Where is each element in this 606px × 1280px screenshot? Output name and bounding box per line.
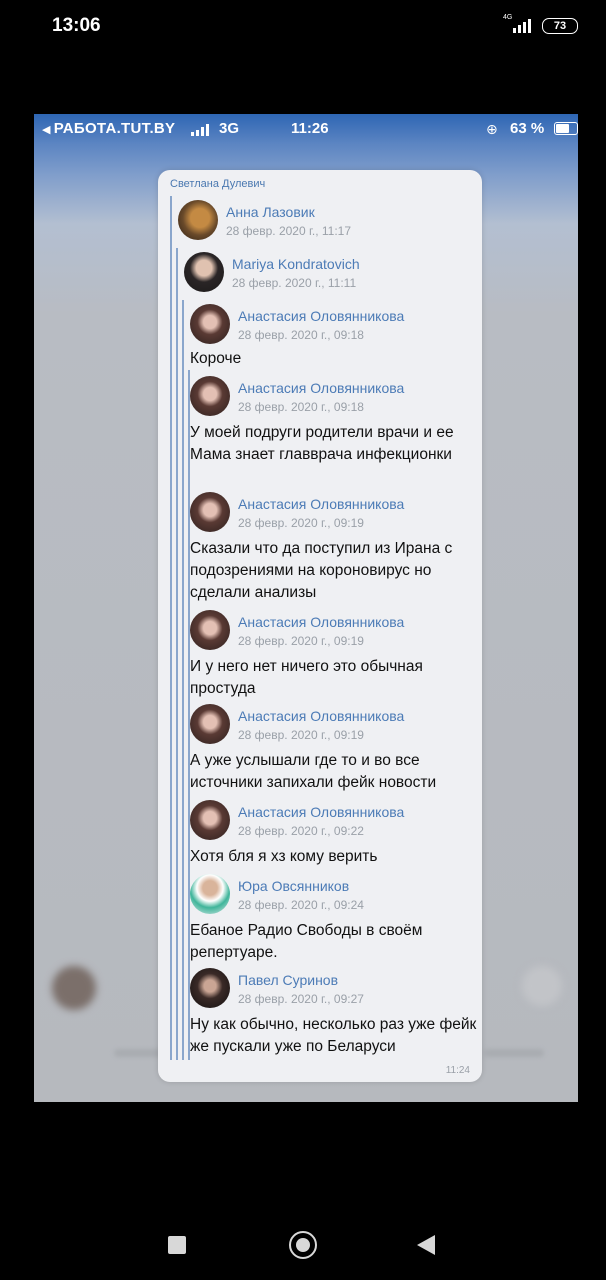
message-text: У моей подруги родители врачи и ее Мама … — [190, 424, 454, 463]
sender-name[interactable]: Анна Лазовик — [226, 204, 315, 220]
network-type: 3G — [219, 120, 240, 137]
avatar[interactable] — [178, 200, 218, 240]
bubble-timestamp: 11:24 — [445, 1065, 470, 1076]
blurred-row — [114, 1049, 164, 1057]
sender-name[interactable]: Павел Суринов — [238, 972, 338, 988]
message-date: 28 февр. 2020 г., 09:24 — [238, 898, 364, 912]
sender-name[interactable]: Анастасия Оловянникова — [238, 804, 404, 820]
blurred-avatar — [522, 966, 562, 1006]
avatar[interactable] — [184, 252, 224, 292]
sender-name[interactable]: Анастасия Оловянникова — [238, 614, 404, 630]
avatar[interactable] — [190, 376, 230, 416]
quote-bar — [170, 196, 172, 1060]
message-text: Сказали что да поступил из Ирана с подоз… — [190, 540, 453, 601]
signal-icon — [191, 124, 213, 136]
home-icon[interactable] — [289, 1231, 317, 1259]
battery-icon: 73 — [542, 18, 578, 34]
recent-apps-icon[interactable] — [168, 1236, 186, 1254]
avatar[interactable] — [190, 800, 230, 840]
message-date: 28 февр. 2020 г., 09:18 — [238, 328, 364, 342]
shared-screenshot: ◀ РАБОТА.TUT.BY 3G 11:26 ⊕ 63 % Светлана … — [34, 114, 578, 1102]
message-text: И у него нет ничего это обычная простуда — [190, 658, 423, 697]
sender-name[interactable]: Анастасия Оловянникова — [238, 496, 404, 512]
phone-clock: 13:06 — [52, 15, 101, 36]
message-text: Хотя бля я хз кому верить — [190, 848, 378, 865]
blurred-avatar — [52, 966, 96, 1010]
sender-name[interactable]: Анастасия Оловянникова — [238, 308, 404, 324]
screenshot-clock: 11:26 — [291, 120, 329, 137]
back-icon[interactable] — [417, 1235, 435, 1255]
message-date: 28 февр. 2020 г., 11:11 — [232, 276, 357, 290]
sender-name[interactable]: Анастасия Оловянникова — [238, 708, 404, 724]
avatar[interactable] — [190, 610, 230, 650]
sender-name[interactable]: Анастасия Оловянникова — [238, 380, 404, 396]
phone-status-bar: 13:06 4G 73 — [0, 0, 606, 56]
message-text: А уже услышали где то и во все источники… — [190, 752, 437, 791]
network-type: 4G — [503, 14, 513, 21]
message-date: 28 февр. 2020 г., 09:22 — [238, 824, 364, 838]
quote-bar — [182, 300, 184, 1060]
message-text: Короче — [190, 350, 242, 367]
avatar[interactable] — [190, 968, 230, 1008]
screenshot-status-bar: ◀ РАБОТА.TUT.BY 3G 11:26 ⊕ 63 % — [34, 114, 578, 144]
signal-icon — [513, 17, 533, 33]
message-text: Ебаное Радио Свободы в своём репертуаре. — [190, 922, 423, 961]
message-date: 28 февр. 2020 г., 09:18 — [238, 400, 364, 414]
message-date: 28 февр. 2020 г., 09:19 — [238, 516, 364, 530]
rotation-lock-icon: ⊕ — [486, 121, 498, 137]
sender-name[interactable]: Юра Овсянников — [238, 878, 349, 894]
message-date: 28 февр. 2020 г., 09:19 — [238, 728, 364, 742]
sender-name[interactable]: Mariya Kondratovich — [232, 256, 360, 272]
carrier-label: РАБОТА.TUT.BY — [53, 120, 176, 137]
battery-percent: 63 % — [510, 120, 545, 137]
carrier: ◀ РАБОТА.TUT.BY — [42, 120, 175, 137]
avatar[interactable] — [190, 492, 230, 532]
message-date: 28 февр. 2020 г., 09:27 — [238, 992, 364, 1006]
battery-icon — [554, 122, 578, 135]
blurred-row — [484, 1049, 544, 1057]
avatar[interactable] — [190, 304, 230, 344]
forwarded-messages-bubble[interactable]: Светлана Дулевич Анна Лазовик 28 февр. 2… — [158, 170, 482, 1082]
navigation-bar — [0, 1205, 606, 1280]
avatar[interactable] — [190, 874, 230, 914]
message-date: 28 февр. 2020 г., 11:17 — [226, 224, 352, 238]
message-text: Ну как обычно, несколько раз уже фейк же… — [190, 1016, 477, 1055]
forwarded-from: Светлана Дулевич — [170, 178, 266, 190]
back-to-app-icon: ◀ — [42, 124, 51, 136]
avatar[interactable] — [190, 704, 230, 744]
message-date: 28 февр. 2020 г., 09:19 — [238, 634, 364, 648]
quote-bar — [176, 248, 178, 1060]
